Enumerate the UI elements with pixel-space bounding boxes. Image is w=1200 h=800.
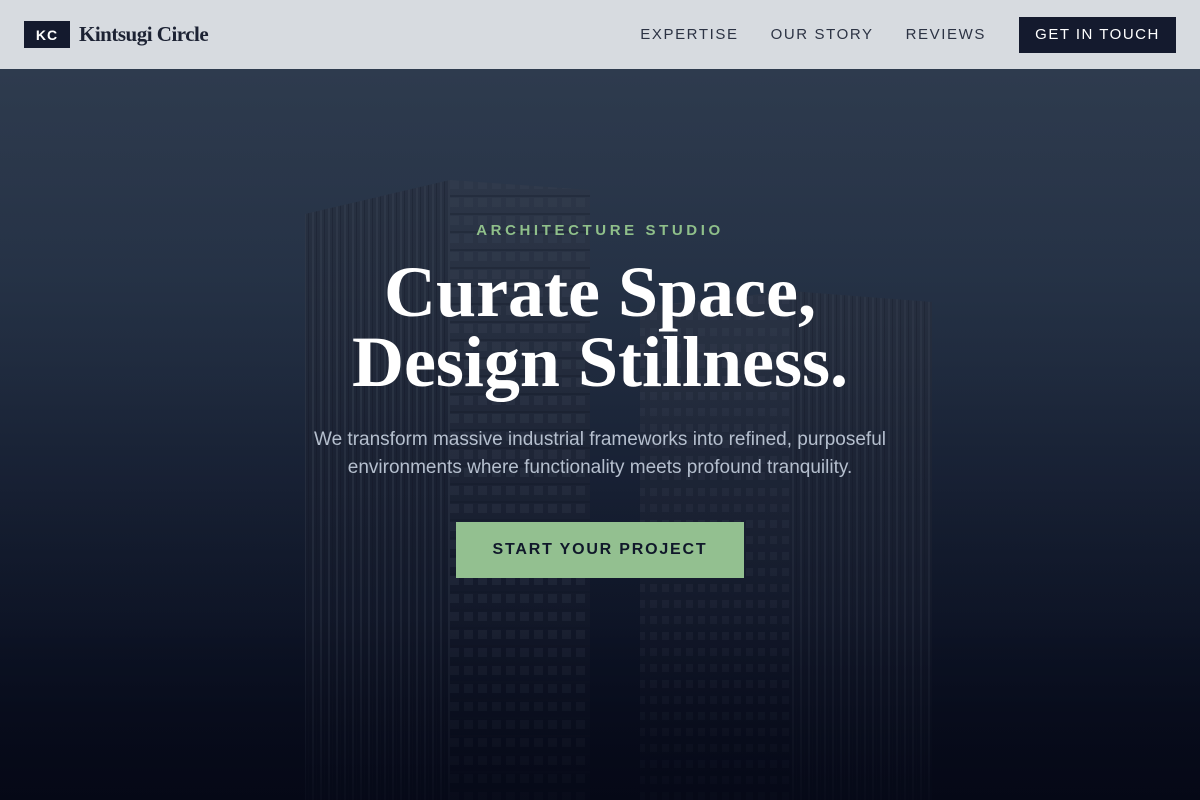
hero-headline-line-1: Curate Space, — [384, 252, 816, 332]
nav-link-reviews[interactable]: REVIEWS — [906, 26, 986, 43]
get-in-touch-button[interactable]: GET IN TOUCH — [1019, 16, 1176, 53]
hero-description-line-2: environments where functionality meets p… — [347, 457, 853, 478]
hero-description: We transform massive industrial framewor… — [0, 426, 1200, 482]
brand-name: Kintsugi Circle — [79, 22, 209, 46]
start-your-project-button[interactable]: START YOUR PROJECT — [456, 522, 744, 578]
brand-logo[interactable]: KC Kintsugi Circle — [24, 21, 209, 48]
landing-page: KC Kintsugi Circle EXPERTISE OUR STORY R… — [0, 0, 1200, 800]
hero-eyebrow: ARCHITECTURE STUDIO — [476, 222, 724, 239]
brand-monogram: KC — [24, 21, 70, 48]
top-nav: KC Kintsugi Circle EXPERTISE OUR STORY R… — [0, 0, 1200, 69]
nav-link-expertise[interactable]: EXPERTISE — [640, 26, 738, 43]
nav-link-our-story[interactable]: OUR STORY — [771, 26, 874, 43]
hero-section: ARCHITECTURE STUDIO Curate Space, Design… — [0, 69, 1200, 800]
nav-menu: EXPERTISE OUR STORY REVIEWS GET IN TOUCH — [640, 16, 1176, 53]
hero-description-line-1: We transform massive industrial framewor… — [314, 429, 886, 450]
hero-headline-line-2: Design Stillness. — [351, 322, 849, 402]
hero-headline: Curate Space, Design Stillness. — [0, 252, 1200, 402]
